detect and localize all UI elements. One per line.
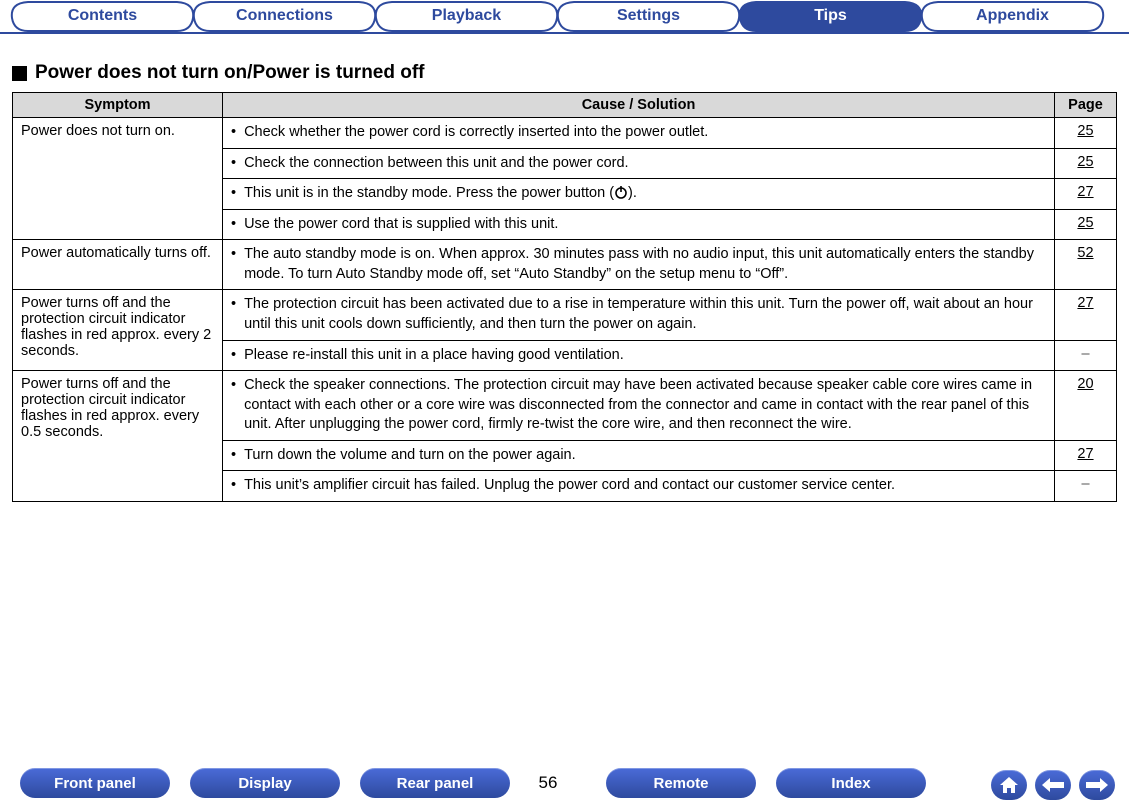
nav-icon-group [991,770,1115,800]
cause-cell: • Turn down the volume and turn on the po… [223,440,1055,471]
bullet-icon: • [231,184,236,204]
page-link[interactable]: 27 [1077,446,1093,462]
cause-cell: •The protection circuit has been activat… [223,290,1055,340]
tab-connections[interactable]: Connections [192,0,377,32]
cause-text: Please re-install this unit in a place h… [244,346,624,366]
page-link[interactable]: 25 [1077,123,1093,139]
page-link[interactable]: 20 [1077,376,1093,392]
tab-label: Settings [617,7,680,25]
bullet-icon: • [231,376,236,435]
page-cell: 27 [1055,179,1117,210]
display-button[interactable]: Display [190,768,340,798]
cause-cell: • Check whether the power cord is correct… [223,118,1055,149]
page-link[interactable]: 52 [1077,245,1093,261]
cause-cell: • Check the connection between this unit … [223,148,1055,179]
bullet-icon: • [231,215,236,235]
page-link[interactable]: 25 [1077,154,1093,170]
page-cell: 25 [1055,118,1117,149]
cause-text: Check whether the power cord is correctl… [244,123,708,143]
cause-cell: •Check the speaker connections. The prot… [223,371,1055,441]
tab-label: Tips [814,7,847,25]
cause-text: Use the power cord that is supplied with… [244,215,558,235]
header-page: Page [1055,93,1117,118]
tab-label: Playback [432,7,501,25]
page-cell: 52 [1055,240,1117,290]
symptom-cell: Power turns off and the protection circu… [13,371,223,502]
next-button[interactable] [1079,770,1115,800]
index-button[interactable]: Index [776,768,926,798]
cause-text: This unit’s amplifier circuit has failed… [244,476,895,496]
page-number: 56 [528,773,568,793]
section-heading: Power does not turn on/Power is turned o… [12,62,1129,84]
bullet-icon: • [231,154,236,174]
bullet-icon: • [231,346,236,366]
cause-text: The protection circuit has been activate… [244,295,1046,334]
symptom-cell: Power turns off and the protection circu… [13,290,223,371]
table-row: Power turns off and the protection circu… [13,371,1117,441]
table-row: Power does not turn on.•Check whether th… [13,118,1117,149]
page-cell: – [1055,471,1117,502]
page-cell: – [1055,340,1117,371]
tab-settings[interactable]: Settings [556,0,741,32]
arrow-right-icon [1086,778,1108,792]
page-cell: 27 [1055,440,1117,471]
cause-text: This unit is in the standby mode. Press … [244,184,637,204]
cause-cell: • This unit’s amplifier circuit has faile… [223,471,1055,502]
prev-button[interactable] [1035,770,1071,800]
home-icon [999,776,1019,794]
pill-label: Rear panel [397,775,474,792]
cause-text: Turn down the volume and turn on the pow… [244,446,576,466]
cause-cell: • Please re-install this unit in a place … [223,340,1055,371]
bullet-icon: • [231,245,236,284]
home-button[interactable] [991,770,1027,800]
pill-label: Display [238,775,291,792]
page-dash: – [1081,346,1089,362]
cause-cell: •The auto standby mode is on. When appro… [223,240,1055,290]
page-link[interactable]: 25 [1077,215,1093,231]
tab-contents[interactable]: Contents [10,0,195,32]
pill-label: Remote [653,775,708,792]
cause-text: The auto standby mode is on. When approx… [244,245,1046,284]
cause-cell: • Use the power cord that is supplied wit… [223,209,1055,240]
arrow-left-icon [1042,778,1064,792]
page-cell: 27 [1055,290,1117,340]
pill-label: Front panel [54,775,136,792]
table-row: Power automatically turns off.•The auto … [13,240,1117,290]
bullet-icon: • [231,446,236,466]
bullet-icon: • [231,123,236,143]
page-cell: 25 [1055,148,1117,179]
bottom-nav-bar: Front panel Display Rear panel 56 Remote… [0,766,1129,800]
header-symptom: Symptom [13,93,223,118]
page-cell: 25 [1055,209,1117,240]
cause-cell: • This unit is in the standby mode. Press… [223,179,1055,210]
tab-label: Appendix [976,7,1049,25]
rear-panel-button[interactable]: Rear panel [360,768,510,798]
page-cell: 20 [1055,371,1117,441]
cause-text: Check the speaker connections. The prote… [244,376,1046,435]
pill-label: Index [831,775,870,792]
page-link[interactable]: 27 [1077,295,1093,311]
top-tab-bar: Contents Connections Playback Settings T… [0,0,1129,34]
troubleshooting-table: Symptom Cause / Solution Page Power does… [12,92,1117,502]
cause-text: Check the connection between this unit a… [244,154,629,174]
tab-label: Connections [236,7,333,25]
remote-button[interactable]: Remote [606,768,756,798]
section-title: Power does not turn on/Power is turned o… [35,62,425,84]
tab-tips[interactable]: Tips [738,0,923,32]
header-cause: Cause / Solution [223,93,1055,118]
tab-label: Contents [68,7,137,25]
tab-appendix[interactable]: Appendix [920,0,1105,32]
symptom-cell: Power automatically turns off. [13,240,223,290]
front-panel-button[interactable]: Front panel [20,768,170,798]
bullet-icon: • [231,476,236,496]
symptom-cell: Power does not turn on. [13,118,223,240]
table-row: Power turns off and the protection circu… [13,290,1117,340]
tab-playback[interactable]: Playback [374,0,559,32]
square-bullet-icon [12,66,27,81]
page-link[interactable]: 27 [1077,184,1093,200]
page-dash: – [1081,476,1089,492]
bullet-icon: • [231,295,236,334]
power-icon [614,185,628,199]
